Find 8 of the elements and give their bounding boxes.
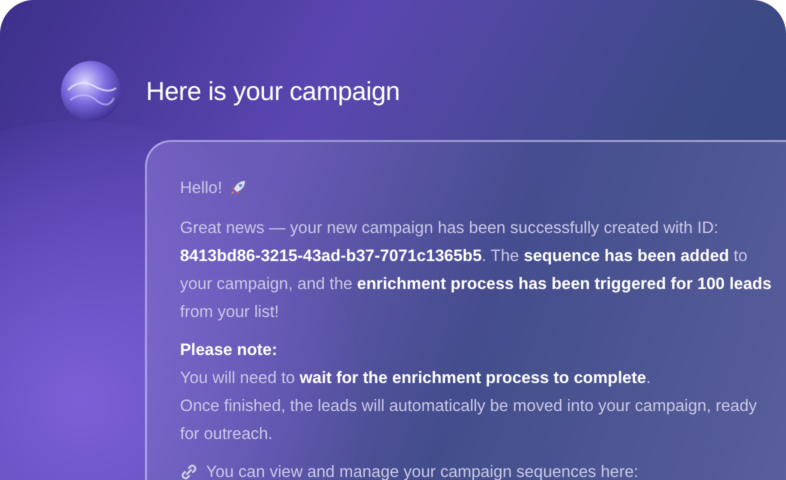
- greeting-text: Hello!: [180, 178, 222, 199]
- message-paragraph: Once finished, the leads will automatically be moved into your campaign, ready for outreach.: [180, 396, 758, 445]
- note-text: You will need to wait for the enrichment process to complete.: [180, 368, 652, 389]
- campaign-title: Here is your campaign: [146, 76, 400, 106]
- link-icon: [180, 463, 198, 480]
- note-heading: Please note:: [180, 340, 278, 361]
- sphere-avatar-icon: [60, 60, 122, 122]
- message-paragraph: Great news — your new campaign has been successfully created with ID: 8413bd86-3215-43ad-b37-7071c1365b5. The sequence has been added to your campaign, and the enrichment process has been triggered for 100 leads from your list!: [180, 218, 773, 323]
